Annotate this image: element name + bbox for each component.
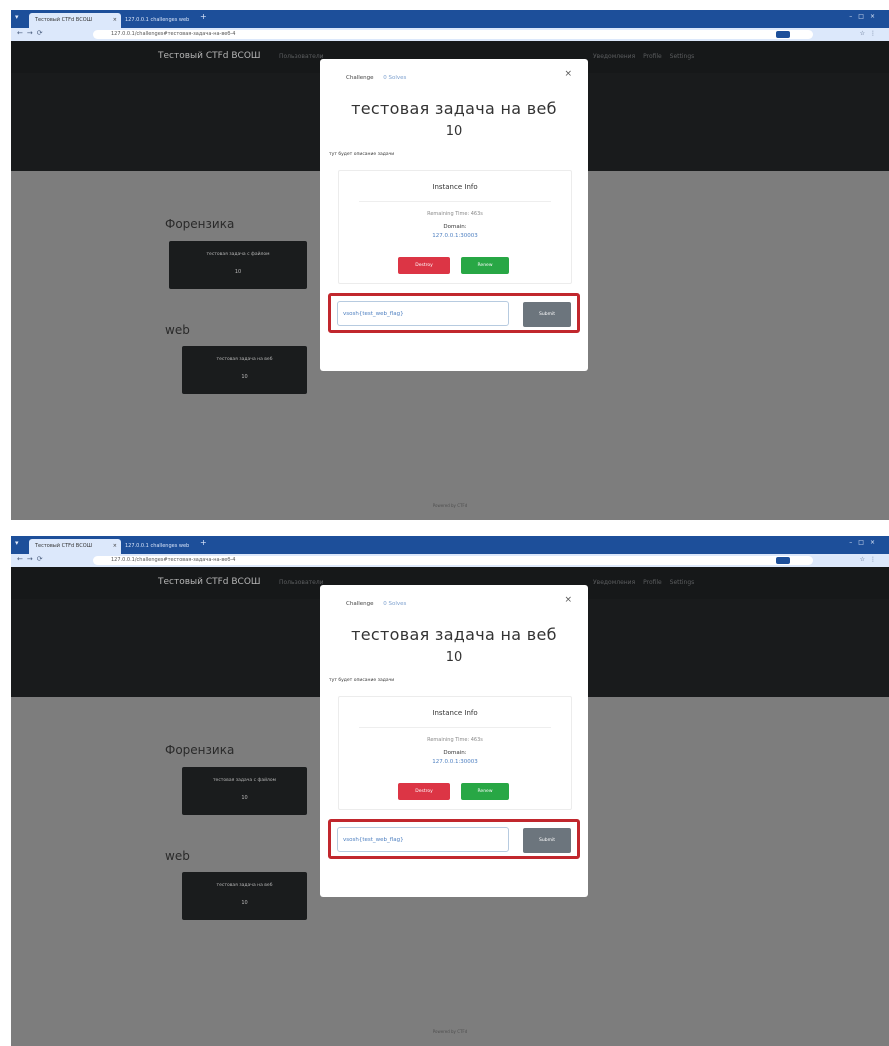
domain-link[interactable]: 127.0.0.1:30003 xyxy=(339,233,571,239)
window-controls[interactable]: –□× xyxy=(849,13,881,20)
toolbar-icons[interactable]: ☆⋮ xyxy=(860,30,881,37)
challenge-card-value: 10 xyxy=(241,374,248,380)
category-title: Форензика xyxy=(165,743,235,757)
challenge-modal: Challenge 0 Solves × тестовая задача на … xyxy=(320,585,588,897)
ctfd-page: Тестовый CTFd ВСОШ Пользователи Уведомле… xyxy=(11,41,889,520)
tab-solves[interactable]: 0 Solves xyxy=(383,601,406,607)
tab-search-icon[interactable]: ▾ xyxy=(15,13,19,21)
challenge-card[interactable]: тестовая задача на веб 10 xyxy=(182,346,307,394)
submit-button[interactable]: Submit xyxy=(523,302,571,327)
toolbar-icons[interactable]: ☆⋮ xyxy=(860,556,881,563)
domain-label: Domain: xyxy=(443,224,467,230)
nav-links-right[interactable]: Уведомления Profile Settings xyxy=(593,53,694,60)
tab-challenge[interactable]: Challenge xyxy=(346,601,374,607)
site-brand[interactable]: Тестовый CTFd ВСОШ xyxy=(158,577,261,587)
challenge-card-title: тестовая задача на веб xyxy=(216,883,273,888)
address-bar[interactable]: 127.0.0.1/challenges#тестовая-задача-на-… xyxy=(93,556,813,565)
instance-info-title: Instance Info xyxy=(432,709,478,717)
challenge-value: 10 xyxy=(445,650,463,665)
browser-tab-active[interactable]: Тестовый CTFd ВСОШ × xyxy=(29,539,121,554)
challenge-description: тут будет описание задачи xyxy=(329,678,395,683)
browser-tab-bar: ▾ Тестовый CTFd ВСОШ × 127.0.0.1 challen… xyxy=(11,536,889,554)
destroy-button[interactable]: Destroy xyxy=(398,783,450,800)
flag-submit-highlight: vsosh{test_web_flag} Submit xyxy=(328,293,580,333)
renew-button[interactable]: Renew xyxy=(461,783,509,800)
challenge-card[interactable]: тестовая задача с файлом 10 xyxy=(169,241,307,289)
challenge-value: 10 xyxy=(445,124,463,139)
challenge-description: тут будет описание задачи xyxy=(329,152,395,157)
nav-buttons[interactable]: ←→⟳ xyxy=(17,555,47,563)
screenshot-top: ▾ Тестовый CTFd ВСОШ × 127.0.0.1 challen… xyxy=(11,10,889,520)
address-bar[interactable]: 127.0.0.1/challenges#тестовая-задача-на-… xyxy=(93,30,813,39)
ctfd-page: Тестовый CTFd ВСОШ Пользователи Уведомле… xyxy=(11,567,889,1046)
extension-badge-icon[interactable] xyxy=(776,31,790,38)
extension-badge-icon[interactable] xyxy=(776,557,790,564)
destroy-button[interactable]: Destroy xyxy=(398,257,450,274)
category-title: web xyxy=(165,849,190,863)
nav-link-users[interactable]: Пользователи xyxy=(279,53,324,60)
instance-info-panel: Instance Info Remaining Time: 463s Domai… xyxy=(338,170,572,284)
new-tab-icon[interactable]: + xyxy=(200,12,207,21)
flag-input[interactable]: vsosh{test_web_flag} xyxy=(337,301,509,326)
nav-link-users[interactable]: Пользователи xyxy=(279,579,324,586)
challenge-card-title: тестовая задача на веб xyxy=(216,357,273,362)
new-tab-icon[interactable]: + xyxy=(200,538,207,547)
challenge-card-value: 10 xyxy=(241,900,248,906)
divider xyxy=(359,727,551,728)
divider xyxy=(359,201,551,202)
close-icon[interactable]: × xyxy=(564,595,572,605)
challenge-card-title: тестовая задача с файлом xyxy=(212,778,277,783)
challenge-card-value: 10 xyxy=(241,795,248,801)
browser-tab-bar: ▾ Тестовый CTFd ВСОШ × 127.0.0.1 challen… xyxy=(11,10,889,28)
window-controls[interactable]: –□× xyxy=(849,539,881,546)
flag-input[interactable]: vsosh{test_web_flag} xyxy=(337,827,509,852)
nav-links-right[interactable]: Уведомления Profile Settings xyxy=(593,579,694,586)
site-brand[interactable]: Тестовый CTFd ВСОШ xyxy=(158,51,261,61)
tab-challenge[interactable]: Challenge xyxy=(346,75,374,81)
tab-solves[interactable]: 0 Solves xyxy=(383,75,406,81)
browser-toolbar: ←→⟳ 127.0.0.1/challenges#тестовая-задача… xyxy=(11,554,889,567)
challenge-title: тестовая задача на веб xyxy=(351,625,557,644)
modal-tabs: Challenge 0 Solves xyxy=(346,75,406,81)
screenshot-bottom: ▾ Тестовый CTFd ВСОШ × 127.0.0.1 challen… xyxy=(11,536,889,1046)
tab-title: 127.0.0.1 challenges web xyxy=(125,17,190,23)
instance-info-title: Instance Info xyxy=(432,183,478,191)
tab-title: 127.0.0.1 challenges web xyxy=(125,543,190,549)
tab-search-icon[interactable]: ▾ xyxy=(15,539,19,547)
challenge-card[interactable]: тестовая задача с файлом 10 xyxy=(182,767,307,815)
challenge-card-value: 10 xyxy=(234,269,242,275)
submit-button[interactable]: Submit xyxy=(523,828,571,853)
tab-title: Тестовый CTFd ВСОШ xyxy=(35,543,92,549)
remaining-time: Remaining Time: 463s xyxy=(427,211,483,217)
modal-tabs: Challenge 0 Solves xyxy=(346,601,406,607)
challenge-card[interactable]: тестовая задача на веб 10 xyxy=(182,872,307,920)
page-footer: Powered by CTFd xyxy=(432,1029,468,1034)
tab-close-icon[interactable]: × xyxy=(113,539,117,554)
browser-tab-active[interactable]: Тестовый CTFd ВСОШ × xyxy=(29,13,121,28)
category-title: web xyxy=(165,323,190,337)
remaining-time: Remaining Time: 463s xyxy=(427,737,483,743)
tab-title: Тестовый CTFd ВСОШ xyxy=(35,17,92,23)
category-title: Форензика xyxy=(165,217,235,231)
browser-toolbar: ←→⟳ 127.0.0.1/challenges#тестовая-задача… xyxy=(11,28,889,41)
domain-link[interactable]: 127.0.0.1:30003 xyxy=(339,759,571,765)
challenge-card-title: тестовая задача с файлом xyxy=(206,252,270,257)
nav-buttons[interactable]: ←→⟳ xyxy=(17,29,47,37)
challenge-modal: Challenge 0 Solves × тестовая задача на … xyxy=(320,59,588,371)
flag-submit-highlight: vsosh{test_web_flag} Submit xyxy=(328,819,580,859)
instance-info-panel: Instance Info Remaining Time: 463s Domai… xyxy=(338,696,572,810)
page-footer: Powered by CTFd xyxy=(432,503,468,508)
tab-close-icon[interactable]: × xyxy=(113,13,117,28)
domain-label: Domain: xyxy=(443,750,467,756)
challenge-title: тестовая задача на веб xyxy=(351,99,557,118)
renew-button[interactable]: Renew xyxy=(461,257,509,274)
close-icon[interactable]: × xyxy=(564,69,572,79)
